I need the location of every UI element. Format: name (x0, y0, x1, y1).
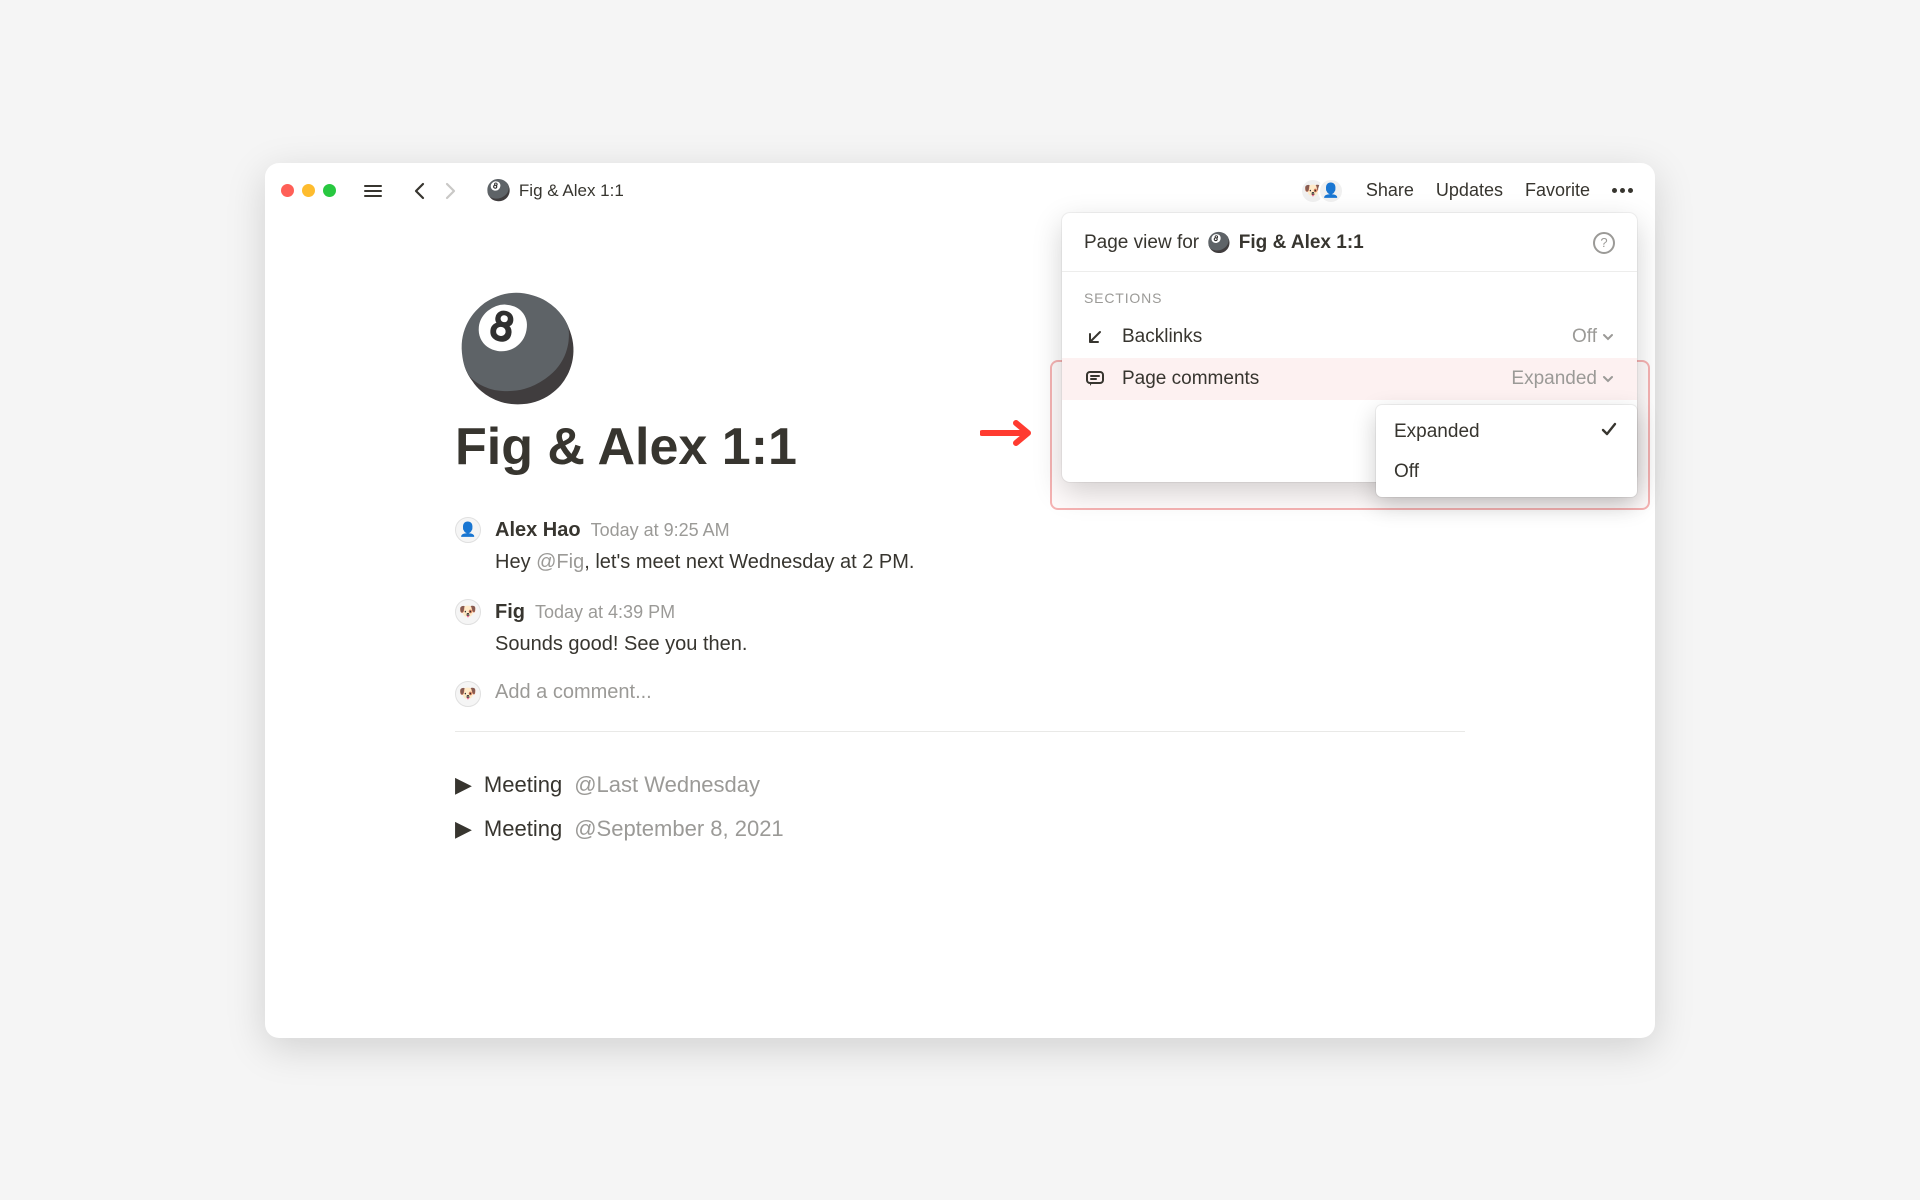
row-label: Backlinks (1122, 326, 1202, 348)
updates-button[interactable]: Updates (1436, 180, 1503, 201)
caret-right-icon: ▶ (455, 772, 472, 798)
more-menu-button[interactable] (1612, 188, 1633, 193)
page-comments-dropdown: Expanded Off (1376, 405, 1637, 497)
window-controls (281, 184, 336, 197)
add-comment-row: 🐶 Add a comment... (455, 679, 1465, 707)
toggle-block[interactable]: ▶ Meeting @September 8, 2021 (455, 816, 1465, 842)
mention[interactable]: @Fig (536, 551, 584, 573)
sections-heading: SECTIONS (1062, 272, 1637, 316)
topbar: 🎱 Fig & Alex 1:1 🐶 👤 Share Updates Favor… (265, 163, 1655, 219)
dropdown-option-off[interactable]: Off (1376, 453, 1637, 491)
presence-avatars[interactable]: 🐶 👤 (1300, 178, 1344, 204)
eight-ball-icon: 🎱 (486, 178, 511, 203)
comment-author: Fig (495, 597, 525, 627)
chevron-down-icon (1601, 330, 1615, 344)
divider (455, 731, 1465, 732)
row-value: Off (1572, 326, 1615, 348)
forward-icon[interactable] (438, 179, 462, 203)
avatar: 🐶 (455, 681, 481, 707)
toggle-label: Meeting (484, 816, 562, 842)
popover-prefix: Page view for (1084, 232, 1199, 254)
toggle-block[interactable]: ▶ Meeting @Last Wednesday (455, 772, 1465, 798)
check-icon (1599, 419, 1619, 445)
avatar: 🐶 (455, 599, 481, 625)
comment-text: Sounds good! See you then. (495, 629, 747, 659)
backlinks-row[interactable]: Backlinks Off (1062, 316, 1637, 358)
row-label: Page comments (1122, 368, 1259, 390)
date-mention[interactable]: @September 8, 2021 (574, 816, 783, 842)
comment: 👤 Alex Hao Today at 9:25 AM Hey @Fig, le… (455, 515, 1465, 577)
add-comment-input[interactable]: Add a comment... (495, 681, 652, 704)
caret-right-icon: ▶ (455, 816, 472, 842)
maximize-window-button[interactable] (323, 184, 336, 197)
comment: 🐶 Fig Today at 4:39 PM Sounds good! See … (455, 597, 1465, 659)
backlinks-icon (1084, 327, 1106, 347)
comment-author: Alex Hao (495, 515, 581, 545)
date-mention[interactable]: @Last Wednesday (574, 772, 760, 798)
sidebar-toggle-button[interactable] (360, 181, 386, 201)
comments-icon (1084, 369, 1106, 389)
toggle-label: Meeting (484, 772, 562, 798)
back-icon[interactable] (408, 179, 432, 203)
app-window: 🎱 Fig & Alex 1:1 🐶 👤 Share Updates Favor… (265, 163, 1655, 1038)
popover-header: Page view for 🎱 Fig & Alex 1:1 ? (1062, 213, 1637, 272)
comment-body: Fig Today at 4:39 PM Sounds good! See yo… (495, 597, 747, 659)
option-label: Expanded (1394, 421, 1480, 443)
avatar: 👤 (1318, 178, 1344, 204)
comment-time: Today at 4:39 PM (535, 599, 675, 626)
dropdown-option-expanded[interactable]: Expanded (1376, 411, 1637, 453)
favorite-button[interactable]: Favorite (1525, 180, 1590, 201)
popover-page-name: Fig & Alex 1:1 (1239, 232, 1364, 254)
comment-body: Alex Hao Today at 9:25 AM Hey @Fig, let'… (495, 515, 915, 577)
eight-ball-icon: 🎱 (1207, 231, 1231, 255)
help-icon[interactable]: ? (1593, 232, 1615, 254)
nav-arrows (408, 179, 462, 203)
chevron-down-icon (1601, 372, 1615, 386)
minimize-window-button[interactable] (302, 184, 315, 197)
breadcrumb-title: Fig & Alex 1:1 (519, 181, 624, 201)
breadcrumb[interactable]: 🎱 Fig & Alex 1:1 (486, 178, 624, 203)
topbar-right: 🐶 👤 Share Updates Favorite (1300, 178, 1639, 204)
share-button[interactable]: Share (1366, 180, 1414, 201)
row-value: Expanded (1511, 368, 1615, 390)
comment-time: Today at 9:25 AM (591, 517, 730, 544)
close-window-button[interactable] (281, 184, 294, 197)
page-comments-row[interactable]: Page comments Expanded (1062, 358, 1637, 400)
comment-text: Hey @Fig, let's meet next Wednesday at 2… (495, 547, 915, 577)
avatar: 👤 (455, 517, 481, 543)
option-label: Off (1394, 461, 1419, 483)
